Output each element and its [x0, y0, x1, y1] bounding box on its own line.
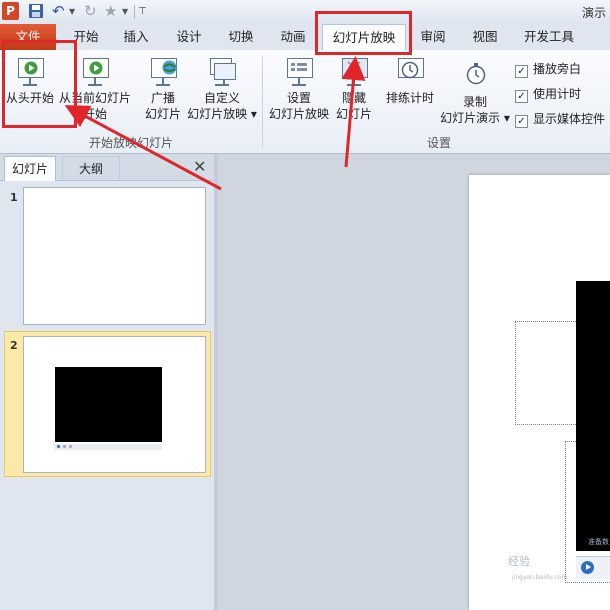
slide-number-1: 1 — [10, 191, 18, 204]
tab-transitions[interactable]: 切换 — [221, 24, 261, 50]
broadcast-icon — [148, 56, 178, 88]
checkbox-checked-icon: ✓ — [515, 65, 528, 78]
close-icon[interactable]: ✕ — [193, 157, 209, 177]
highlight-box-from-beginning — [2, 40, 77, 128]
powerpoint-app-icon[interactable]: P — [2, 2, 19, 20]
title-bar: P ↶ ▼ ↻ ★ ▼ ⊤ 演示 — [0, 0, 610, 25]
thumbnail-video — [55, 367, 162, 442]
video-caption: 准备数 — [588, 538, 609, 546]
rehearse-label: 排练计时 — [385, 91, 434, 105]
customize-qat-icon[interactable]: ⊤ — [138, 3, 154, 19]
custom-slideshow-icon — [207, 56, 237, 88]
star-dropdown-icon[interactable]: ▼ — [122, 3, 138, 19]
slide-thumbnail-1[interactable] — [23, 187, 206, 325]
group-label-setup: 设置 — [426, 136, 451, 150]
hide-label-1: 隐藏 — [341, 91, 366, 105]
show-media-controls-checkbox[interactable]: ✓ 显示媒体控件 — [515, 110, 605, 128]
hide-slide-button[interactable]: 隐藏 幻灯片 — [332, 56, 376, 122]
ribbon-slideshow: 从头开始 从当前幻灯片 开始 广播 幻灯片 自定义 幻灯片放映 ▾ 开始放映幻灯… — [0, 50, 610, 154]
broadcast-slideshow-button[interactable]: 广播 幻灯片 — [140, 56, 186, 122]
broadcast-label-2: 幻灯片 — [144, 107, 181, 121]
placeholder-box[interactable] — [515, 321, 578, 425]
watermark-url: jingyan.baidu.com — [512, 574, 568, 581]
tab-animations[interactable]: 动画 — [273, 24, 313, 50]
tab-slides-thumbnails[interactable]: 幻灯片 — [4, 156, 56, 181]
tab-outline[interactable]: 大纲 — [62, 156, 120, 181]
thumbnail-video-controls — [55, 444, 162, 450]
record-label-2: 幻灯片演示 ▾ — [440, 111, 510, 125]
play-from-current-icon — [80, 56, 110, 88]
tab-insert[interactable]: 插入 — [116, 24, 156, 50]
redo-icon[interactable]: ↻ — [84, 3, 100, 19]
highlight-box-slideshow-tab — [315, 11, 412, 55]
record-slideshow-button[interactable]: 录制 幻灯片演示 ▾ — [438, 60, 512, 126]
undo-dropdown-icon[interactable]: ▼ — [69, 3, 85, 19]
tab-review[interactable]: 审阅 — [413, 24, 453, 50]
rehearse-timings-icon — [395, 56, 425, 88]
rehearse-timings-button[interactable]: 排练计时 — [382, 56, 438, 106]
custom-label-1: 自定义 — [203, 91, 240, 105]
save-icon[interactable] — [28, 3, 44, 19]
custom-slideshow-button[interactable]: 自定义 幻灯片放映 ▾ — [186, 56, 258, 122]
tab-design[interactable]: 设计 — [169, 24, 209, 50]
checkbox-checked-icon: ✓ — [515, 90, 528, 103]
ribbon-tabs: 文件 开始 插入 设计 切换 动画 幻灯片放映 审阅 视图 开发工具 — [0, 24, 610, 51]
use-timings-checkbox[interactable]: ✓ 使用计时 — [515, 85, 581, 103]
custom-label-2: 幻灯片放映 ▾ — [187, 107, 257, 121]
record-slideshow-icon — [460, 60, 490, 92]
hide-slide-icon — [339, 56, 369, 88]
hide-label-2: 幻灯片 — [335, 107, 372, 121]
setup-slideshow-button[interactable]: 设置 幻灯片放映 — [268, 56, 330, 122]
window-title: 演示 — [581, 6, 606, 20]
setup-label-2: 幻灯片放映 — [268, 107, 329, 121]
star-icon[interactable]: ★ — [104, 3, 120, 19]
record-label-1: 录制 — [462, 95, 487, 109]
qat-separator — [134, 5, 135, 19]
group-label-start-slideshow: 开始放映幻灯片 — [88, 136, 173, 150]
setup-label-1: 设置 — [286, 91, 311, 105]
broadcast-label-1: 广播 — [150, 91, 175, 105]
undo-icon[interactable]: ↶ — [52, 3, 68, 19]
slide-number-2: 2 — [10, 339, 18, 352]
play-narrations-checkbox[interactable]: ✓ 播放旁白 — [515, 60, 581, 78]
play-icon[interactable] — [581, 561, 594, 574]
setup-slideshow-icon — [284, 56, 314, 88]
video-frame[interactable] — [576, 281, 610, 551]
tab-view[interactable]: 视图 — [465, 24, 505, 50]
watermark: 经验 — [508, 555, 530, 568]
checkbox-checked-icon: ✓ — [515, 115, 528, 128]
tab-developer[interactable]: 开发工具 — [518, 24, 580, 50]
group-separator — [262, 56, 263, 148]
